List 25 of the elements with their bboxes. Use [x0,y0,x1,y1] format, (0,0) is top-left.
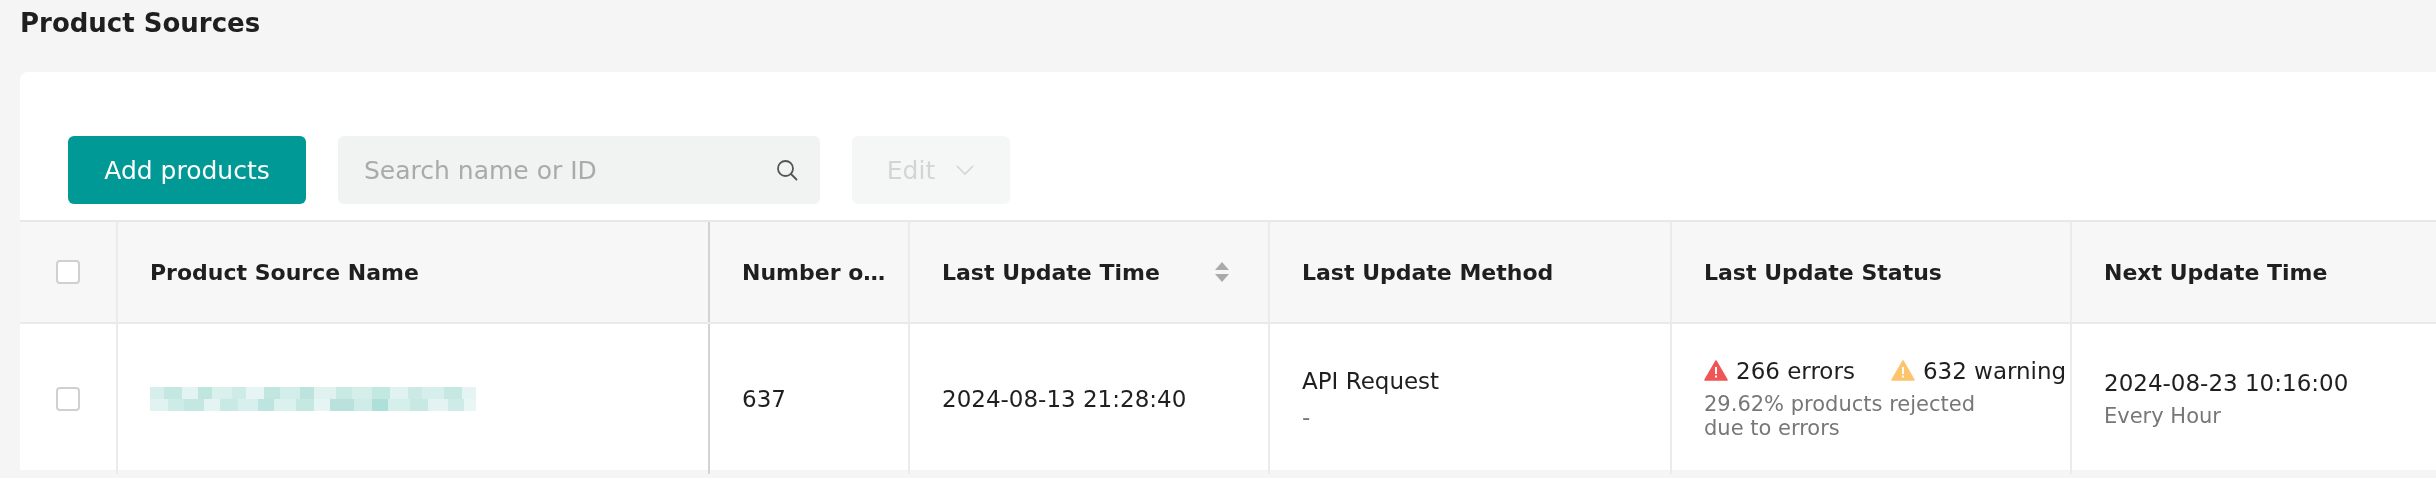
add-products-button[interactable]: Add products [68,136,306,204]
warning-count: 632 warning [1922,357,2067,384]
search-icon [776,159,798,181]
column-header: Last Update Status [1704,259,1942,285]
warning-icon [1890,360,1915,382]
column-header: Next Update Time [2104,259,2328,285]
table-cell: 2024-08-13 21:28:40 [942,386,1187,412]
method-detail: - [1302,404,1311,430]
sort-icon[interactable] [1214,260,1230,284]
search-field[interactable]: Search name or ID [338,136,820,204]
error-count: 266 errors [1736,357,1855,384]
row-checkbox[interactable] [56,387,80,411]
status-note: 29.62% products rejected due to errors [1704,391,1976,441]
chevron-down-icon [955,164,976,176]
update-frequency: Every Hour [2104,404,2221,428]
column-header: Last Update Time [942,259,1160,285]
table-cell: API Request [1302,368,1440,394]
column-header: Last Update Method [1302,259,1554,285]
column-header: Number o… [742,259,886,285]
table-cell: 637 [742,386,786,412]
table-cell: 2024-08-23 10:16:00 [2104,370,2349,396]
select-all-checkbox[interactable] [56,260,80,284]
warning-icon [1704,360,1728,382]
column-header: Product Source Name [150,259,419,285]
page-title: Product Sources [19,7,262,40]
